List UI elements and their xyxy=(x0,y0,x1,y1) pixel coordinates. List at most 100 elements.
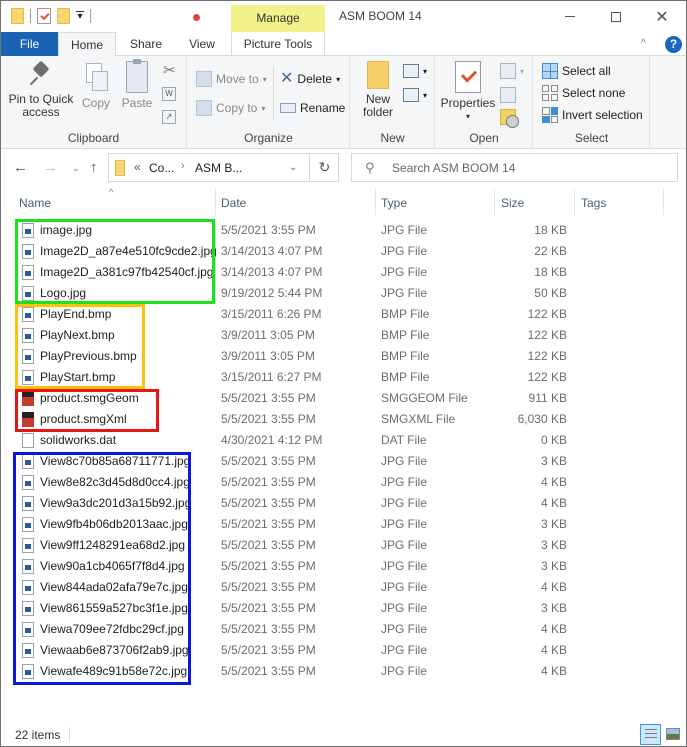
properties-button[interactable]: Properties ▾ xyxy=(440,61,496,123)
back-arrow-icon[interactable]: ← xyxy=(13,159,28,176)
paste-button[interactable]: Paste xyxy=(119,59,155,110)
delete-button[interactable]: ✕ Delete ▾ xyxy=(280,70,340,88)
move-to-label: Move to xyxy=(216,72,259,86)
copy-icon xyxy=(84,61,108,93)
file-row[interactable]: Viewa709ee72fdbc29cf.jpg 5/5/2021 3:55 PM… xyxy=(1,619,686,640)
file-row[interactable]: View8e82c3d45d8d0cc4.jpg 5/5/2021 3:55 PM… xyxy=(1,472,686,493)
breadcrumb-overflow[interactable]: « xyxy=(134,160,141,174)
rename-button[interactable]: Rename xyxy=(280,99,345,117)
tab-file[interactable]: File xyxy=(1,32,58,56)
file-row[interactable]: View90a1cb4065f7f8d4.jpg 5/5/2021 3:55 PM… xyxy=(1,556,686,577)
title-bar: ▾ Manage ASM BOOM 14 ✕ xyxy=(1,1,686,32)
properties-icon[interactable] xyxy=(37,8,51,24)
new-folder-icon[interactable] xyxy=(57,8,70,24)
easy-access-button[interactable]: ▾ xyxy=(403,86,427,104)
new-folder-icon xyxy=(367,61,389,89)
image-file-icon xyxy=(22,538,34,553)
tab-home[interactable]: Home xyxy=(58,32,116,57)
select-all-button[interactable]: Select all xyxy=(542,62,611,80)
file-row[interactable]: Logo.jpg 9/19/2012 5:44 PM JPG File 50 KB xyxy=(1,283,686,304)
cut-button[interactable]: ✂ xyxy=(163,62,176,80)
file-row[interactable]: Image2D_a381c97fb42540cf.jpg 3/14/2013 4:… xyxy=(1,262,686,283)
file-row[interactable]: PlayPrevious.bmp 3/9/2011 3:05 PM BMP File… xyxy=(1,346,686,367)
search-input[interactable]: Search ASM BOOM 14 xyxy=(392,161,515,175)
column-header-tags[interactable]: Tags xyxy=(581,196,606,210)
invert-selection-button[interactable]: Invert selection xyxy=(542,106,643,124)
file-row[interactable]: product.smgGeom 5/5/2021 3:55 PM SMGGEOM F… xyxy=(1,388,686,409)
file-type: JPG File xyxy=(381,265,428,279)
customize-toolbar-dropdown-icon[interactable]: ▾ xyxy=(76,10,84,22)
column-divider[interactable] xyxy=(574,189,575,215)
file-row[interactable]: View9a3dc201d3a15b92.jpg 5/5/2021 3:55 PM… xyxy=(1,493,686,514)
collapse-ribbon-icon[interactable]: ^ xyxy=(641,38,646,49)
file-row[interactable]: Image2D_a87e4e510fc9cde2.jpg 3/14/2013 4:… xyxy=(1,241,686,262)
recent-locations-chevron-icon[interactable]: ⌄ xyxy=(72,163,80,174)
manage-context-tab[interactable]: Manage xyxy=(231,5,325,32)
file-type: BMP File xyxy=(381,307,430,321)
file-size: 122 KB xyxy=(527,328,567,342)
file-row[interactable]: image.jpg 5/5/2021 3:55 PM JPG File 18 KB xyxy=(1,220,686,241)
tab-picture-tools[interactable]: Picture Tools xyxy=(231,32,325,56)
navigation-bar: ← → ⌄ ↑ « Co... › ASM B... ⌄ ↻ ⚲ Search … xyxy=(1,149,686,187)
file-row[interactable]: Viewafe489c91b58e72c.jpg 5/5/2021 3:55 PM… xyxy=(1,661,686,682)
column-divider[interactable] xyxy=(375,189,376,215)
address-bar[interactable]: « Co... › ASM B... ⌄ ↻ xyxy=(108,153,339,182)
file-row[interactable]: PlayEnd.bmp 3/15/2011 6:26 PM BMP File 122 … xyxy=(1,304,686,325)
maximize-button[interactable] xyxy=(593,1,639,32)
details-view-icon[interactable] xyxy=(640,724,661,745)
column-header-size[interactable]: Size xyxy=(501,196,524,210)
new-folder-button[interactable]: New folder xyxy=(359,61,397,119)
ribbon-tabs: File Home Share View Picture Tools ^ ? xyxy=(1,32,686,57)
file-row[interactable]: View844ada02afa79e7c.jpg 5/5/2021 3:55 PM… xyxy=(1,577,686,598)
new-item-button[interactable]: ▾ xyxy=(403,62,427,80)
delete-icon: ✕ xyxy=(280,70,294,87)
file-name: product.smgXml xyxy=(40,412,127,426)
file-row[interactable]: View9fb4b06db2013aac.jpg 5/5/2021 3:55 PM… xyxy=(1,514,686,535)
paste-shortcut-button[interactable]: ↗ xyxy=(162,108,176,126)
file-row[interactable]: View9ff1248291ea68d2.jpg 5/5/2021 3:55 PM… xyxy=(1,535,686,556)
file-row[interactable]: PlayNext.bmp 3/9/2011 3:05 PM BMP File 122 … xyxy=(1,325,686,346)
close-button[interactable]: ✕ xyxy=(639,1,685,32)
column-divider[interactable] xyxy=(663,189,664,215)
file-row[interactable]: View8c70b85a68711771.jpg 5/5/2021 3:55 PM… xyxy=(1,451,686,472)
move-to-button[interactable]: Move to ▾ xyxy=(196,70,267,88)
column-header-name[interactable]: Name xyxy=(19,196,51,210)
search-box[interactable]: ⚲ Search ASM BOOM 14 xyxy=(351,153,678,182)
folder-icon[interactable] xyxy=(11,8,24,24)
column-divider[interactable] xyxy=(494,189,495,215)
file-date: 3/14/2013 4:07 PM xyxy=(221,265,323,279)
breadcrumb-separator-icon[interactable]: › xyxy=(181,160,185,172)
copy-to-button[interactable]: Copy to ▾ xyxy=(196,99,265,117)
file-name: Logo.jpg xyxy=(40,286,87,300)
address-dropdown-icon[interactable]: ⌄ xyxy=(289,162,297,173)
tab-view[interactable]: View xyxy=(177,32,227,56)
column-header-date[interactable]: Date xyxy=(221,196,246,210)
file-row[interactable]: solidworks.dat 4/30/2021 4:12 PM DAT File 0… xyxy=(1,430,686,451)
column-divider[interactable] xyxy=(215,189,216,215)
column-header-type[interactable]: Type xyxy=(381,196,407,210)
up-arrow-icon[interactable]: ↑ xyxy=(90,159,98,176)
file-row[interactable]: Viewaab6e873706f2ab9.jpg 5/5/2021 3:55 PM… xyxy=(1,640,686,661)
copy-button[interactable]: Copy xyxy=(79,61,113,110)
history-button[interactable] xyxy=(500,108,519,128)
file-row[interactable]: product.smgXml 5/5/2021 3:55 PM SMGXML Fil… xyxy=(1,409,686,430)
file-row[interactable]: View861559a527bc3f1e.jpg 5/5/2021 3:55 PM… xyxy=(1,598,686,619)
edit-button[interactable] xyxy=(500,86,516,104)
pin-to-quick-access-button[interactable]: Pin to Quick access xyxy=(7,61,75,119)
minimize-button[interactable] xyxy=(547,1,593,32)
large-icons-view-icon[interactable] xyxy=(666,728,680,740)
file-type: JPG File xyxy=(381,643,428,657)
file-type: JPG File xyxy=(381,244,428,258)
select-none-button[interactable]: Select none xyxy=(542,84,625,102)
forward-arrow-icon[interactable]: → xyxy=(43,159,58,176)
open-button[interactable]: ▾ xyxy=(500,62,524,80)
tab-share[interactable]: Share xyxy=(119,32,173,56)
refresh-icon[interactable]: ↻ xyxy=(309,154,339,181)
help-icon[interactable]: ? xyxy=(665,36,682,53)
file-size: 6,030 KB xyxy=(517,412,567,426)
breadcrumb-item[interactable]: ASM B... xyxy=(195,161,242,175)
copy-path-button[interactable]: W xyxy=(162,85,176,103)
file-size: 4 KB xyxy=(540,643,567,657)
breadcrumb-item[interactable]: Co... xyxy=(149,161,174,175)
file-row[interactable]: PlayStart.bmp 3/15/2011 6:27 PM BMP File 12… xyxy=(1,367,686,388)
